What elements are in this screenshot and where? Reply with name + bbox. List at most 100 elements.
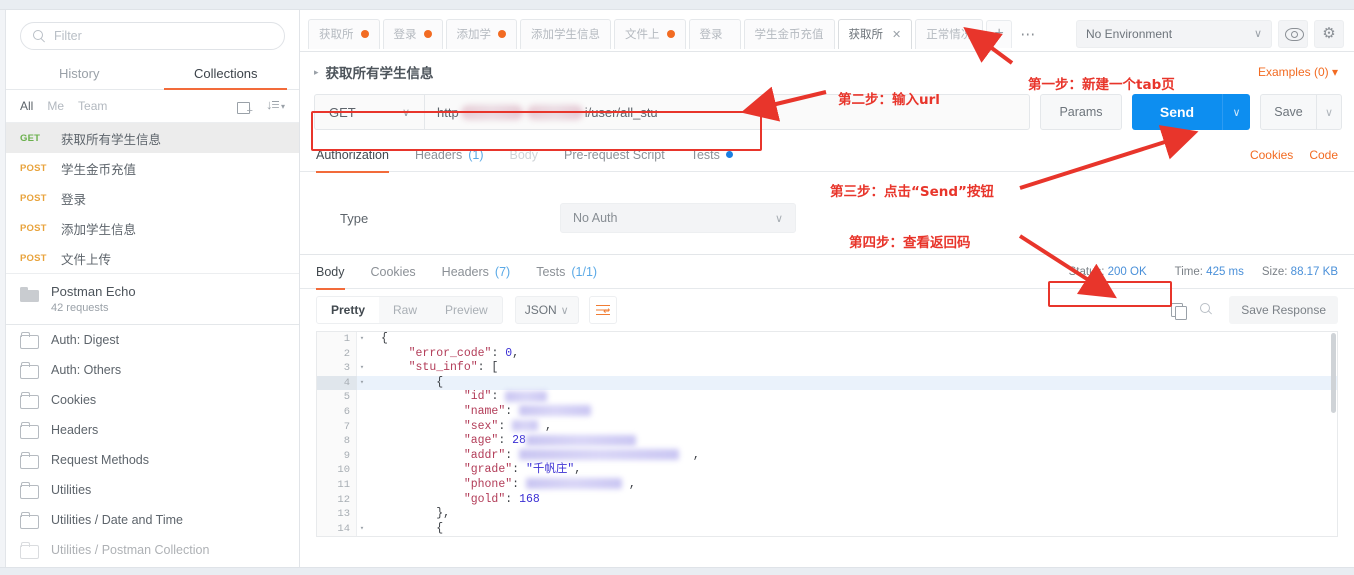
request-tab[interactable]: 文件上 [614,18,686,49]
line-number: 4 [317,375,357,391]
tab-collections[interactable]: Collections [153,58,300,90]
folder-label: Headers [51,423,99,437]
eye-icon [1284,28,1304,41]
folder-icon [20,542,39,559]
environment-settings-button[interactable]: ⚙ [1314,19,1344,48]
fold-toggle-icon[interactable]: ▾ [357,361,367,376]
list-item[interactable]: Request Methods [6,445,299,475]
response-format-selector[interactable]: JSON ∨ [514,296,579,324]
request-tab[interactable]: 登录 [382,18,443,49]
tab-label: 文件上 [625,29,660,41]
close-icon[interactable]: ✕ [892,28,901,41]
auth-type-selector[interactable]: No Auth ∨ [560,203,796,233]
list-item[interactable]: POST 添加学生信息 [6,213,299,243]
postman-window: Filter History Collections All Me Team ▾… [0,0,1354,575]
response-view-mode-group: Pretty Raw Preview [316,296,503,324]
send-options-button[interactable]: ∨ [1222,94,1250,130]
list-item[interactable]: GET 获取所有学生信息 [6,123,299,153]
scope-all[interactable]: All [20,99,33,113]
collection-postman-echo[interactable]: Postman Echo 42 requests [6,273,299,325]
tab-response-cookies[interactable]: Cookies [371,255,416,289]
search-input[interactable]: Filter [20,22,285,50]
vertical-scrollbar[interactable] [1331,333,1336,413]
request-section-tabs: Authorization Headers (1) Body Pre-reque… [300,138,1354,173]
url-input[interactable]: http i/user/all_stu [424,94,1030,130]
fold-toggle-icon[interactable]: ▾ [357,376,367,391]
tab-count: (1/1) [571,264,598,279]
view-mode-raw[interactable]: Raw [379,297,431,323]
copy-icon[interactable] [1171,302,1188,320]
status-badge: Status: 200 OK [1059,263,1157,281]
tab-overflow-button[interactable]: ⋯ [1015,20,1041,48]
line-number: 8 [343,435,350,448]
tab-label: 登录 [393,29,417,41]
status-value: 200 OK [1107,265,1147,278]
tab-label: 获取所 [319,29,354,41]
filter-wrapper: Filter [6,10,299,58]
examples-dropdown[interactable]: Examples (0) ▾ [1258,65,1338,79]
list-item[interactable]: POST 学生金币充值 [6,153,299,183]
list-item[interactable]: Utilities / Postman Collection [6,535,299,565]
list-item[interactable]: Headers [6,415,299,445]
list-item[interactable]: Auth: Digest [6,325,299,355]
tab-authorization[interactable]: Authorization [316,138,389,173]
view-mode-pretty[interactable]: Pretty [317,297,380,323]
request-tab-active[interactable]: 获取所 ✕ [837,18,913,49]
search-icon[interactable] [1200,302,1215,318]
method-badge: POST [20,252,47,264]
request-tab[interactable]: 学生金币充值 [743,18,835,49]
chevron-down-icon[interactable]: ▾ [281,102,285,111]
request-name: 添加学生信息 [61,222,137,237]
redacted-value [519,449,680,461]
new-tab-button[interactable]: + [986,19,1013,48]
environment-selector[interactable]: No Environment ∨ [1076,19,1272,48]
list-item[interactable]: POST 文件上传 [6,243,299,273]
tab-body[interactable]: Body [510,138,539,172]
tab-response-body[interactable]: Body [316,255,345,290]
response-body-viewer[interactable]: 1 ▾{2 "error_code": 0, 3 ▾ "stu_info": [4 ▾ … [316,331,1338,537]
params-button[interactable]: Params [1040,94,1122,130]
url-bar: GET ∨ http i/user/all_stu Params Send ∨ … [300,88,1354,134]
list-item[interactable]: Utilities [6,475,299,505]
environment-quick-look-button[interactable] [1278,19,1308,48]
request-tab[interactable]: 登录 [688,18,741,49]
code-text: "grade": "千帆庄", [463,463,582,477]
request-tab[interactable]: 获取所 [308,18,380,49]
request-tab[interactable]: 添加学 [445,18,517,49]
line-number: 2 [343,347,350,360]
url-box: GET ∨ http i/user/all_stu [314,94,1030,130]
collapse-icon[interactable]: ▸ [314,67,319,78]
folder-icon [20,392,39,409]
fold-toggle-icon[interactable]: ▾ [357,522,367,536]
word-wrap-button[interactable] [588,296,617,324]
tab-headers[interactable]: Headers (1) [415,138,484,172]
list-item[interactable]: POST 登录 [6,183,299,213]
cookies-link[interactable]: Cookies [1250,148,1293,162]
new-folder-icon[interactable] [236,100,253,117]
tab-pre-request-script[interactable]: Pre-request Script [564,138,665,172]
save-button[interactable]: Save [1260,94,1316,130]
list-item[interactable]: Utilities / Date and Time [6,505,299,535]
sort-icon[interactable] [266,97,280,113]
scope-me[interactable]: Me [47,99,64,113]
view-mode-preview[interactable]: Preview [431,297,502,323]
code-text: "phone": , [463,477,636,491]
scope-team[interactable]: Team [78,99,107,113]
save-options-button[interactable]: ∨ [1316,94,1342,130]
tab-response-tests[interactable]: Tests (1/1) [536,255,597,289]
code-link[interactable]: Code [1309,148,1338,162]
list-item[interactable]: Auth: Others [6,355,299,385]
tab-tests[interactable]: Tests [691,138,733,172]
tab-response-headers[interactable]: Headers (7) [442,255,511,289]
http-method-selector[interactable]: GET ∨ [314,94,424,130]
save-response-button[interactable]: Save Response [1229,296,1338,324]
folder-icon [20,362,39,379]
request-tab[interactable]: 正常情况 [915,18,984,49]
list-item[interactable]: Cookies [6,385,299,415]
tab-history[interactable]: History [6,58,153,89]
request-tab[interactable]: 添加学生信息 [520,18,611,49]
fold-toggle-icon[interactable]: ▾ [357,332,367,347]
tab-label: 添加学 [456,29,492,41]
http-method-value: GET [329,104,356,120]
send-button[interactable]: Send [1132,94,1222,130]
